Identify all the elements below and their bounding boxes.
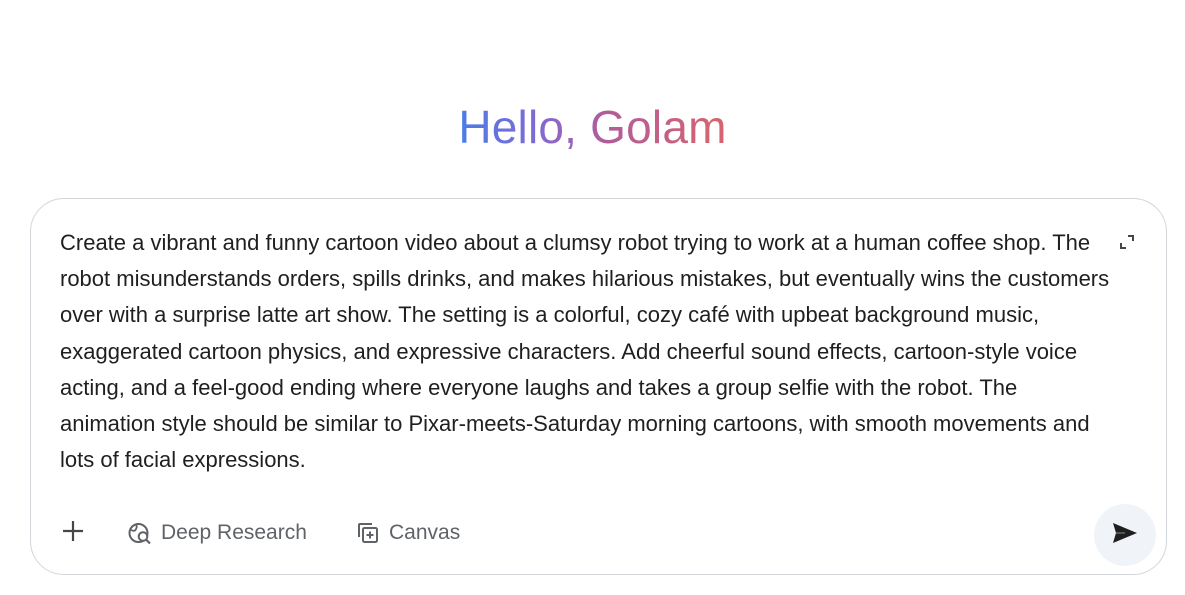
expand-icon[interactable] — [1118, 233, 1136, 251]
send-icon — [1111, 521, 1139, 550]
plus-icon — [61, 519, 85, 548]
greeting-heading: Hello, Golam — [0, 96, 1185, 158]
deep-research-label: Deep Research — [161, 521, 307, 544]
greeting-text: Hello, Golam — [458, 101, 727, 153]
send-button[interactable] — [1094, 504, 1156, 566]
canvas-button[interactable]: Canvas — [355, 515, 460, 551]
deep-research-button[interactable]: Deep Research — [127, 515, 307, 551]
prompt-input[interactable]: Create a vibrant and funny cartoon video… — [60, 225, 1110, 478]
add-button[interactable] — [55, 515, 91, 551]
composer-toolbar: Deep Research Canvas — [31, 507, 1166, 557]
canvas-label: Canvas — [389, 521, 461, 544]
canvas-add-icon — [355, 520, 381, 546]
page: Hello, Golam Create a vibrant and funny … — [0, 0, 1185, 595]
prompt-composer: Create a vibrant and funny cartoon video… — [30, 198, 1167, 575]
globe-search-icon — [127, 520, 153, 546]
